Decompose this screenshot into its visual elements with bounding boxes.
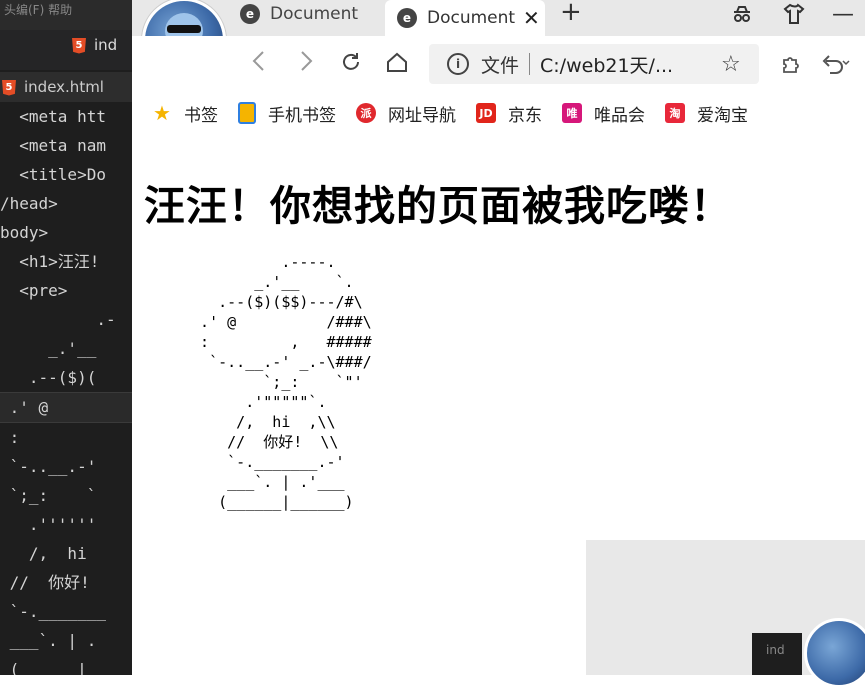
address-separator [529, 53, 531, 75]
code-line: <meta htt [0, 107, 106, 126]
new-tab-button[interactable]: + [560, 0, 582, 25]
bookmark-label: 手机书签 [268, 105, 336, 126]
close-icon[interactable]: ✕ [523, 6, 540, 30]
bookmark-item[interactable]: 手机书签 [238, 101, 336, 126]
code-line: ___`. | . [0, 631, 97, 650]
html5-icon: 5 [72, 37, 86, 54]
code-line: .--($)( [0, 368, 97, 387]
page-heading: 汪汪！你想找的页面被我吃喽！ [144, 182, 732, 230]
code-line: <h1>汪汪! [0, 252, 100, 271]
code-line: .- [0, 310, 116, 329]
taobao-icon: 淘 [665, 103, 685, 123]
bookmarks-bar: ★ 书签 手机书签 派 网址导航 JD 京东 唯 唯品会 淘 爱淘宝 [132, 93, 865, 133]
code-line: _.'__ [0, 339, 97, 358]
favorite-star-icon[interactable]: ☆ [721, 52, 741, 77]
vip-icon: 唯 [562, 103, 582, 123]
nav-icon: 派 [356, 103, 376, 123]
code-line: `;_: ` [0, 486, 97, 505]
bookmark-item[interactable]: 唯 唯品会 [562, 101, 645, 126]
address-bar[interactable]: i 文件 C:/web21天/... [429, 44, 759, 84]
profile-avatar-small [804, 618, 865, 688]
bookmark-label: 网址导航 [388, 105, 456, 126]
editor-menu-bar: 头编(F) 帮助 [0, 0, 132, 30]
ascii-art: .----. _.'__ `. .--($)($$)---/#\ .' @ /#… [200, 253, 372, 511]
shirt-icon[interactable] [782, 2, 806, 31]
editor-file-breadcrumb[interactable]: 5 index.html [0, 72, 132, 102]
editor-tab-label: ind [94, 36, 118, 54]
editor-file-name: index.html [24, 78, 104, 96]
code-line: body> [0, 223, 49, 242]
jd-icon: JD [476, 103, 496, 123]
code-line: `-._______ [0, 602, 106, 621]
undo-icon[interactable] [820, 52, 850, 80]
bookmark-label: 书签 [184, 105, 218, 126]
bookmark-label: 爱淘宝 [697, 105, 748, 126]
code-line-current: .' @ [0, 392, 132, 423]
edge-page-icon: e [240, 4, 260, 24]
phone-icon [238, 102, 256, 124]
code-line: : [0, 428, 20, 447]
html5-icon: 5 [2, 79, 16, 96]
code-editor: 头编(F) 帮助 5 ind 5 index.html <meta htt <met… [0, 0, 132, 675]
code-line: .'''''' [0, 515, 97, 534]
tab-title: Document [270, 4, 359, 24]
address-scheme-label: 文件 [481, 54, 520, 77]
code-line: // 你好! [0, 573, 90, 592]
bookmark-item[interactable]: JD 京东 [476, 101, 542, 126]
bookmark-label: 京东 [508, 105, 542, 126]
code-line: <title>Do [0, 165, 106, 184]
bookmark-item[interactable]: 派 网址导航 [356, 101, 456, 126]
refresh-icon[interactable] [340, 51, 362, 79]
forward-icon[interactable] [297, 50, 315, 78]
avatar-glasses [167, 25, 201, 33]
code-line: (______|_ [0, 660, 97, 675]
browser-tab-2-active[interactable]: e Document ✕ [385, 0, 545, 36]
code-line: /head> [0, 194, 58, 213]
extensions-icon[interactable] [780, 52, 804, 82]
info-icon[interactable]: i [447, 53, 469, 75]
code-line: <pre> [0, 281, 68, 300]
incognito-icon[interactable] [730, 2, 754, 31]
bookmark-item[interactable]: 淘 爱淘宝 [665, 101, 748, 126]
bookmark-item[interactable]: ★ 书签 [152, 101, 218, 126]
star-icon: ★ [153, 101, 171, 125]
editor-tab[interactable]: 5 ind [70, 32, 117, 58]
bookmark-label: 唯品会 [594, 105, 645, 126]
tab-title: Document [427, 8, 516, 28]
back-icon[interactable] [250, 50, 268, 78]
editor-code-area[interactable]: <meta htt <meta nam <title>Do /head> bod… [0, 102, 132, 675]
code-line: /, hi [0, 544, 87, 563]
address-url[interactable]: C:/web21天/... [540, 51, 673, 78]
browser-tab-1[interactable]: e Document [240, 0, 365, 28]
code-line: `-..__.-' [0, 457, 97, 476]
edge-page-icon: e [397, 8, 417, 28]
minimize-icon[interactable]: — [832, 2, 854, 27]
mini-editor-preview: ind [752, 633, 802, 675]
code-line: <meta nam [0, 136, 106, 155]
home-icon[interactable] [386, 51, 408, 79]
